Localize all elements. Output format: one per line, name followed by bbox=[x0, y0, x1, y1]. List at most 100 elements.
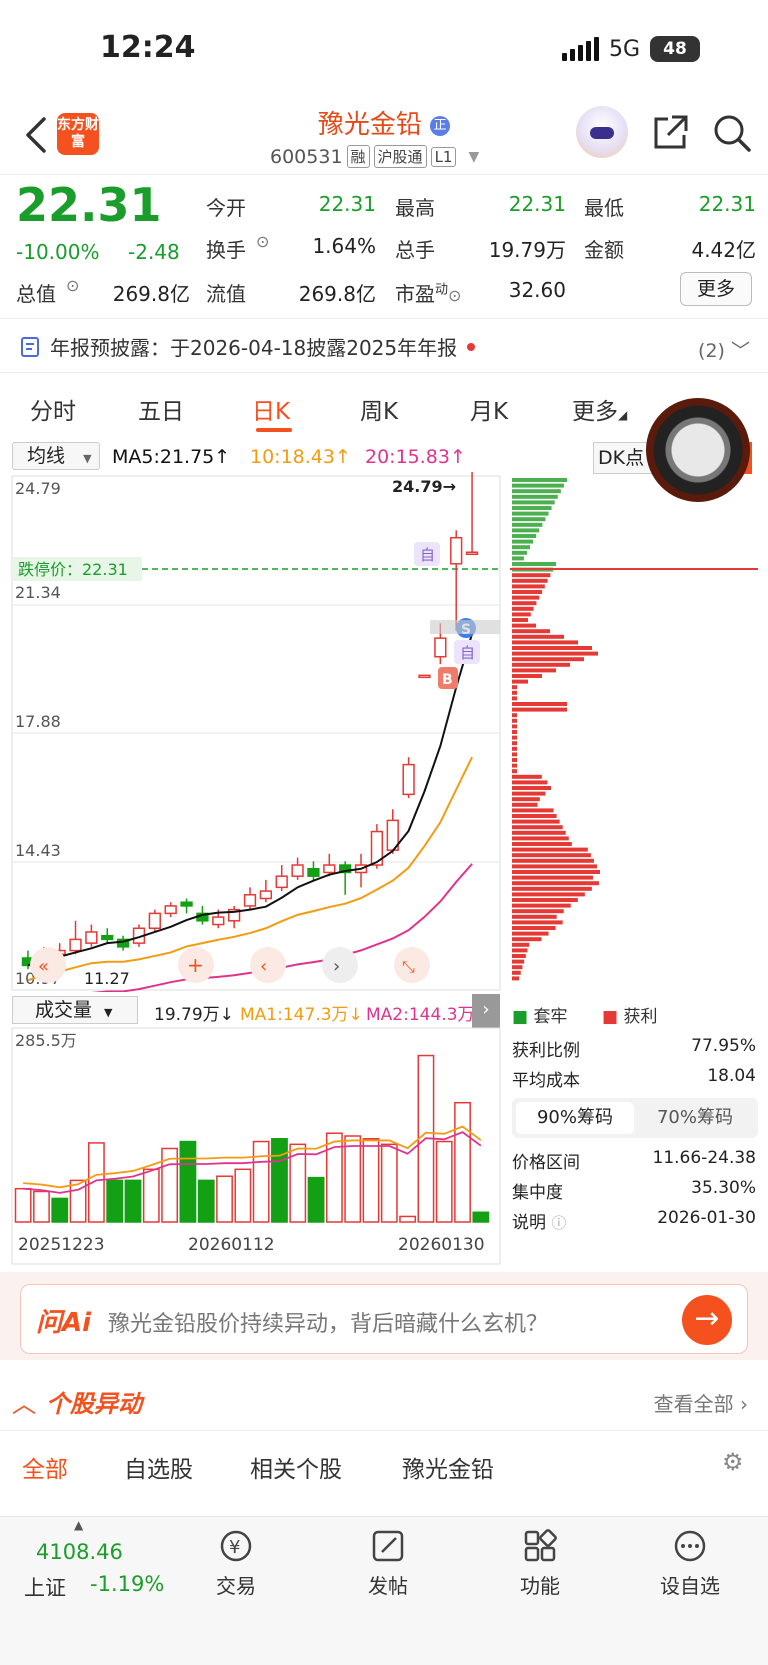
tab-more[interactable]: 更多◢ bbox=[572, 392, 627, 426]
collapse-button[interactable]: › bbox=[472, 994, 500, 1028]
assistant-eye-icon bbox=[590, 127, 614, 139]
expand-caret-icon[interactable]: ▲ bbox=[74, 1518, 83, 1532]
chip-bar bbox=[512, 909, 564, 914]
kline-chart[interactable]: 24.79 21.34 17.88 14.43 10.97 跌停价：22.31 … bbox=[0, 472, 768, 992]
chip-bar bbox=[512, 741, 517, 746]
floating-assistant-button[interactable] bbox=[646, 398, 750, 502]
tag-level: L1 bbox=[430, 146, 457, 167]
candle-body bbox=[164, 905, 177, 915]
notice-count[interactable]: (2) ﹀ bbox=[698, 336, 750, 363]
ai-send-button[interactable]: → bbox=[682, 1295, 732, 1345]
chip-bar bbox=[512, 791, 546, 796]
chip-bar bbox=[512, 752, 517, 757]
prev-button[interactable] bbox=[250, 947, 286, 983]
nav-post[interactable]: 发帖 bbox=[338, 1528, 438, 1599]
chip-bar bbox=[512, 976, 520, 981]
chip-bar bbox=[512, 920, 563, 925]
document-icon bbox=[21, 336, 39, 357]
chip-bar bbox=[512, 802, 538, 807]
nav-functions[interactable]: 功能 bbox=[490, 1528, 590, 1599]
y-tick: 17.88 bbox=[15, 712, 61, 731]
candle-body bbox=[85, 931, 98, 944]
candle-body bbox=[291, 864, 304, 877]
chip-bar bbox=[512, 814, 557, 818]
section-title: 个股异动 bbox=[46, 1390, 142, 1418]
collapse-chevron-icon[interactable]: ︿ bbox=[12, 1384, 36, 1419]
svg-text:›: › bbox=[333, 956, 340, 977]
chip-bar bbox=[512, 808, 554, 813]
tab-monthly-k[interactable]: 月K bbox=[470, 392, 508, 426]
chip-bar bbox=[512, 618, 528, 622]
info-icon[interactable]: ⊙ bbox=[256, 232, 269, 251]
ai-logo: 问Ai bbox=[36, 1308, 92, 1338]
tab-related[interactable]: 相关个股 bbox=[250, 1450, 342, 1484]
chip-bar bbox=[512, 634, 564, 639]
ma-select[interactable]: 均线 ▼ bbox=[12, 442, 100, 470]
annual-report-notice[interactable]: 年报预披露：于2026-04-18披露2025年年报 bbox=[20, 332, 476, 361]
view-all-link[interactable]: 查看全部 › bbox=[654, 1388, 748, 1417]
info-icon[interactable]: ⊙ bbox=[66, 276, 79, 295]
tab-watchlist[interactable]: 自选股 bbox=[124, 1450, 193, 1484]
chip-bar bbox=[512, 898, 578, 902]
chip-bar bbox=[512, 718, 517, 723]
more-button[interactable]: 更多 bbox=[680, 272, 752, 306]
chip-bar bbox=[512, 903, 571, 908]
candle-body bbox=[434, 637, 447, 658]
note-label[interactable]: 说明 ⓘ bbox=[512, 1208, 566, 1233]
grid-icon bbox=[524, 1529, 557, 1562]
volume-bar bbox=[142, 1168, 160, 1223]
turnover-label: 换手 bbox=[206, 238, 246, 262]
tag-connect: 沪股通 bbox=[373, 145, 427, 168]
volume-chart[interactable]: 285.5万 20251223 20260112 20260130 bbox=[0, 1026, 505, 1266]
nav-add-watchlist[interactable]: 设自选 bbox=[640, 1528, 740, 1599]
chip-bar bbox=[512, 959, 525, 964]
chip-bar bbox=[512, 937, 542, 942]
chip-bar bbox=[512, 786, 551, 790]
limit-down-label: 跌停价：22.31 bbox=[18, 560, 128, 579]
tab-chip-90[interactable]: 90%筹码 bbox=[516, 1102, 634, 1134]
tab-intraday[interactable]: 分时 bbox=[30, 392, 76, 426]
open-label: 今开 bbox=[206, 196, 246, 220]
svg-text:+: + bbox=[187, 953, 204, 977]
chip-bar bbox=[512, 478, 567, 482]
chip-bar bbox=[512, 556, 524, 561]
gear-icon[interactable]: ⚙ bbox=[722, 1448, 744, 1476]
chip-bar bbox=[512, 758, 517, 762]
volume-ma2: MA2:144.3万↓ bbox=[366, 1005, 489, 1025]
svg-text:自: 自 bbox=[420, 546, 435, 564]
index-value[interactable]: 4108.46 bbox=[36, 1540, 123, 1564]
chip-bar bbox=[512, 640, 578, 645]
svg-text:‹: ‹ bbox=[260, 956, 267, 977]
avg-cost-value: 18.04 bbox=[707, 1066, 756, 1086]
tab-daily-k[interactable]: 日K bbox=[252, 392, 290, 426]
chip-bar bbox=[512, 842, 572, 846]
search-icon[interactable] bbox=[712, 113, 752, 153]
tab-stock[interactable]: 豫光金铅 bbox=[402, 1450, 494, 1484]
chip-bar bbox=[512, 746, 517, 751]
legend-trapped: ■ 套牢 bbox=[512, 1007, 568, 1027]
chip-bar bbox=[512, 651, 598, 656]
ma10-value: 10:18.43↑ bbox=[250, 446, 351, 468]
volume-bar bbox=[51, 1197, 69, 1223]
volume-select[interactable]: 成交量 ▼ bbox=[12, 996, 138, 1024]
low-price-label: 11.27 bbox=[84, 969, 130, 988]
tab-five-day[interactable]: 五日 bbox=[138, 392, 184, 426]
share-icon[interactable] bbox=[650, 113, 690, 153]
pe-label: 市盈动⊙ bbox=[395, 282, 462, 306]
nav-trade[interactable]: ¥ 交易 bbox=[186, 1528, 286, 1599]
tab-chip-70[interactable]: 70%筹码 bbox=[636, 1102, 754, 1134]
stock-code-row[interactable]: 600531 融 沪股通 L1 ▼ bbox=[270, 145, 479, 168]
legend-profit: ■ 获利 bbox=[602, 1007, 658, 1027]
candle-body bbox=[418, 674, 431, 679]
chip-bar bbox=[512, 769, 517, 774]
float-cap-value: 269.8亿 bbox=[298, 282, 376, 306]
chip-bar bbox=[512, 494, 558, 499]
candle-body bbox=[148, 912, 161, 930]
volume-bar bbox=[234, 1168, 252, 1223]
tab-all[interactable]: 全部 bbox=[22, 1450, 68, 1484]
ai-prompt[interactable]: 豫光金铅股价持续异动，背后暗藏什么玄机？ bbox=[108, 1306, 548, 1338]
chip-bar bbox=[512, 942, 530, 947]
amount-label: 金额 bbox=[584, 238, 624, 262]
y-tick: 21.34 bbox=[15, 583, 61, 602]
tab-weekly-k[interactable]: 周K bbox=[360, 392, 398, 426]
